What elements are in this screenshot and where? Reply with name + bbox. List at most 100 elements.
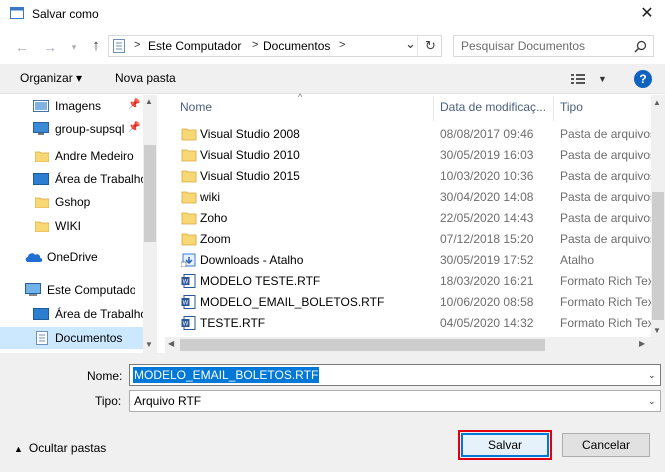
folder-icon xyxy=(35,197,49,208)
new-folder-button[interactable]: Nova pasta xyxy=(115,71,176,85)
file-row[interactable]: W MODELO_EMAIL_BOLETOS.RTF 10/06/2020 08… xyxy=(176,292,655,313)
sidebar-item-wiki[interactable]: WIKI xyxy=(0,215,143,237)
file-date: 10/03/2020 10:36 xyxy=(440,169,534,183)
file-type: Formato Rich Text xyxy=(560,295,655,309)
search-icon[interactable] xyxy=(634,40,647,53)
monitor-icon xyxy=(33,122,49,135)
folder-icon xyxy=(35,151,49,162)
column-header-date[interactable]: Data de modificaç... xyxy=(440,100,546,114)
file-row[interactable]: Zoho 22/05/2020 14:43 Pasta de arquivos xyxy=(176,208,655,229)
breadcrumb-este-computador[interactable]: Este Computador xyxy=(148,39,241,53)
scroll-down-arrow[interactable]: ▼ xyxy=(145,340,153,349)
cancel-button[interactable]: Cancelar xyxy=(562,433,650,457)
file-row[interactable]: W MODELO TESTE.RTF 18/03/2020 16:21 Form… xyxy=(176,271,655,292)
column-divider[interactable] xyxy=(433,96,434,121)
column-header-type[interactable]: Tipo xyxy=(560,100,583,114)
view-options-icon[interactable] xyxy=(571,73,588,85)
file-date: 07/12/2018 15:20 xyxy=(440,232,534,246)
back-button[interactable]: ← xyxy=(12,38,32,56)
sidebar-item-label: Área de Trabalho xyxy=(55,307,143,321)
file-type: Formato Rich Text xyxy=(560,274,655,288)
file-date: 04/05/2020 14:32 xyxy=(440,316,534,330)
file-type: Pasta de arquivos xyxy=(560,127,655,141)
documents-icon xyxy=(36,331,48,345)
sidebar-scrollbar-thumb[interactable] xyxy=(144,145,156,242)
file-name: Visual Studio 2008 xyxy=(200,127,300,141)
organize-menu[interactable]: Organizar ▾ xyxy=(20,71,82,85)
file-list-scrollbar-thumb[interactable] xyxy=(652,192,664,320)
forward-button[interactable]: → xyxy=(40,38,60,56)
sidebar-item-group-supsql[interactable]: group-supsql 📌 xyxy=(0,118,143,140)
sidebar-item-documentos[interactable]: Documentos xyxy=(0,327,143,349)
file-row[interactable]: Visual Studio 2008 08/08/2017 09:46 Past… xyxy=(176,124,655,145)
file-date: 22/05/2020 14:43 xyxy=(440,211,534,225)
folder-icon xyxy=(181,191,197,204)
rtf-file-icon: W xyxy=(181,295,196,309)
sidebar-item-area-de-trabalho[interactable]: Área de Trabalho xyxy=(0,168,143,190)
file-type-select[interactable]: Arquivo RTF ⌄ xyxy=(129,390,661,412)
search-box[interactable] xyxy=(453,35,654,57)
sidebar-item-label: Andre Medeiro xyxy=(55,149,134,163)
sidebar-item-label: Documentos xyxy=(55,331,123,345)
file-date: 10/06/2020 08:58 xyxy=(440,295,534,309)
file-row[interactable]: W TESTE.RTF 04/05/2020 14:32 Formato Ric… xyxy=(176,313,655,334)
scroll-left-arrow[interactable]: ◀ xyxy=(168,339,174,348)
command-bar xyxy=(0,64,665,94)
file-row[interactable]: Zoom 07/12/2018 15:20 Pasta de arquivos xyxy=(176,229,655,250)
sidebar-item-label: OneDrive xyxy=(47,250,98,264)
images-icon xyxy=(33,100,49,112)
close-button[interactable]: ✕ xyxy=(635,4,659,24)
scroll-up-arrow[interactable]: ▲ xyxy=(145,97,153,106)
search-input[interactable] xyxy=(454,36,624,56)
chevron-down-icon[interactable]: ⌄ xyxy=(648,370,656,381)
file-name: Visual Studio 2010 xyxy=(200,148,300,162)
breadcrumb-documentos[interactable]: Documentos xyxy=(263,39,330,53)
sidebar-item-label: WIKI xyxy=(55,219,81,233)
column-header-name[interactable]: Nome xyxy=(180,100,212,114)
recent-locations-button[interactable]: ▾ xyxy=(64,38,84,56)
sidebar-item-label: Este Computador xyxy=(47,283,135,297)
sidebar-item-area-de-trabalho-2[interactable]: Área de Trabalho xyxy=(0,303,143,325)
folder-icon xyxy=(181,212,197,225)
horizontal-scrollbar-thumb[interactable] xyxy=(180,339,545,351)
file-name-value[interactable]: MODELO_EMAIL_BOLETOS.RTF xyxy=(133,367,320,383)
desktop-icon xyxy=(33,308,49,320)
title-bar xyxy=(0,0,665,30)
help-icon[interactable]: ? xyxy=(634,70,652,88)
file-row[interactable]: Visual Studio 2010 30/05/2019 16:03 Past… xyxy=(176,145,655,166)
documents-icon xyxy=(113,39,125,53)
file-type: Atalho xyxy=(560,253,595,267)
sidebar-item-este-computador[interactable]: Este Computador xyxy=(0,279,143,301)
up-button[interactable]: ↑ xyxy=(86,37,106,55)
breadcrumb-separator: > xyxy=(339,39,346,51)
file-row[interactable]: Downloads - Atalho 30/05/2019 17:52 Atal… xyxy=(176,250,651,271)
refresh-button[interactable]: ↻ xyxy=(425,38,436,54)
file-name: Zoom xyxy=(200,232,231,246)
hide-folders-button[interactable]: ▲ Ocultar pastas xyxy=(14,441,106,455)
file-row[interactable]: wiki 30/04/2020 14:08 Pasta de arquivos xyxy=(176,187,655,208)
address-dropdown-button[interactable]: ⌄ xyxy=(405,36,416,52)
file-name-field[interactable]: MODELO_EMAIL_BOLETOS.RTF ⌄ xyxy=(129,364,661,386)
file-row[interactable]: Visual Studio 2015 10/03/2020 10:36 Past… xyxy=(176,166,655,187)
folder-icon xyxy=(181,149,197,162)
file-type: Formato Rich Text xyxy=(560,316,655,330)
file-name: Visual Studio 2015 xyxy=(200,169,300,183)
shortcut-icon xyxy=(181,253,196,267)
breadcrumb-separator: > xyxy=(252,39,259,51)
scroll-right-arrow[interactable]: ▶ xyxy=(639,339,645,348)
chevron-down-icon[interactable]: ⌄ xyxy=(648,396,656,407)
view-dropdown-icon[interactable]: ▼ xyxy=(598,74,607,84)
sidebar-item-andre-medeiro[interactable]: Andre Medeiro xyxy=(0,145,143,167)
scroll-down-arrow[interactable]: ▼ xyxy=(653,326,661,335)
svg-text:W: W xyxy=(183,322,189,328)
column-divider[interactable] xyxy=(553,96,554,121)
computer-icon xyxy=(25,283,41,296)
save-button[interactable]: Salvar xyxy=(461,433,549,457)
sidebar-item-gshop[interactable]: Gshop xyxy=(0,191,143,213)
sidebar-item-imagens[interactable]: Imagens 📌 xyxy=(0,95,143,117)
address-bar[interactable]: > Este Computador > Documentos > ⌄ ↻ xyxy=(108,35,442,57)
file-type-value: Arquivo RTF xyxy=(134,394,202,408)
sidebar-item-onedrive[interactable]: OneDrive xyxy=(0,246,143,268)
scroll-up-arrow[interactable]: ▲ xyxy=(653,98,661,107)
cloud-icon xyxy=(25,253,43,262)
